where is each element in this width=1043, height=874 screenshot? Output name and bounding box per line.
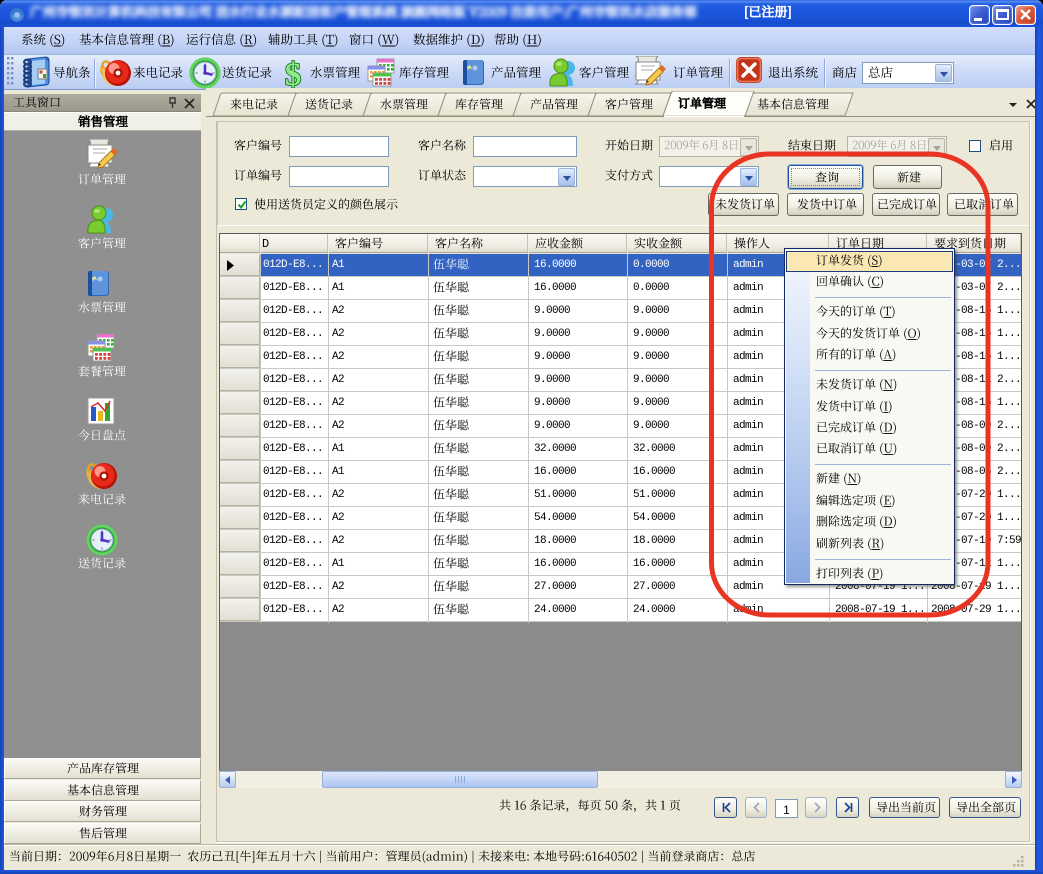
svg-text:$: $: [285, 57, 302, 90]
